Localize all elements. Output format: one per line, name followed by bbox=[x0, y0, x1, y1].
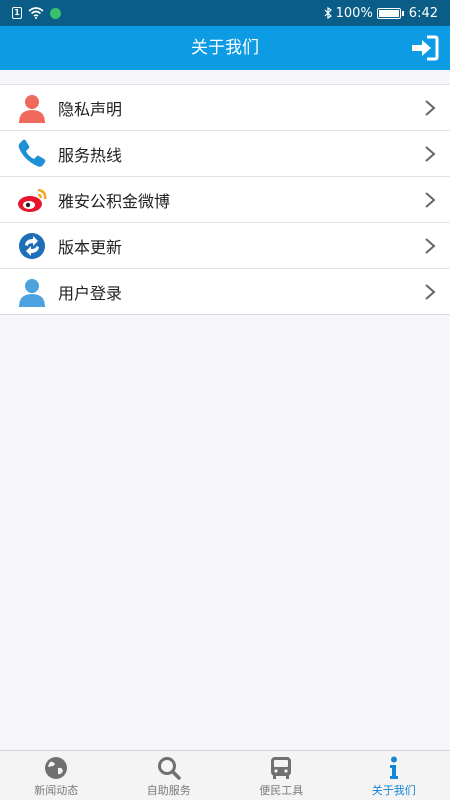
about-menu: 隐私声明 服务热线 雅安公积金微博 版本更新 用户登录 bbox=[0, 84, 450, 315]
menu-item-label: 版本更新 bbox=[58, 237, 123, 257]
weibo-icon bbox=[18, 188, 47, 212]
chevron-right-icon bbox=[425, 192, 436, 208]
user-icon bbox=[19, 279, 45, 307]
chevron-right-icon bbox=[425, 238, 436, 254]
sign-in-icon[interactable] bbox=[410, 34, 440, 62]
chevron-right-icon bbox=[425, 100, 436, 116]
menu-item-update[interactable]: 版本更新 bbox=[0, 223, 450, 269]
menu-item-label: 雅安公积金微博 bbox=[58, 191, 171, 211]
clock-time: 6:42 bbox=[408, 5, 438, 21]
page-title: 关于我们 bbox=[191, 38, 259, 58]
menu-item-privacy[interactable]: 隐私声明 bbox=[0, 85, 450, 131]
wifi-icon bbox=[28, 7, 44, 19]
tab-news[interactable]: 新闻动态 bbox=[0, 751, 113, 800]
chevron-right-icon bbox=[425, 146, 436, 162]
menu-item-hotline[interactable]: 服务热线 bbox=[0, 131, 450, 177]
tab-label: 关于我们 bbox=[371, 784, 416, 797]
info-icon bbox=[389, 756, 398, 779]
globe-icon bbox=[45, 757, 68, 779]
sim-icon: 1 bbox=[12, 7, 22, 19]
menu-item-label: 服务热线 bbox=[58, 145, 123, 165]
tab-label: 自助服务 bbox=[146, 784, 191, 797]
battery-level bbox=[378, 9, 399, 17]
tab-label: 便民工具 bbox=[259, 784, 304, 797]
battery-icon bbox=[376, 7, 404, 19]
notification-app-icon bbox=[50, 7, 61, 19]
bottom-tab-bar: 新闻动态 自助服务 便民工具 关于我们 bbox=[0, 750, 450, 800]
tab-about-us[interactable]: 关于我们 bbox=[338, 751, 450, 800]
status-right: 100% 6:42 bbox=[324, 6, 438, 21]
menu-item-label: 隐私声明 bbox=[58, 99, 123, 119]
update-icon bbox=[19, 233, 45, 259]
search-icon bbox=[157, 757, 181, 780]
chevron-right-icon bbox=[425, 284, 436, 300]
bluetooth-icon bbox=[324, 7, 332, 19]
phone-icon bbox=[18, 139, 46, 167]
status-left: 1 bbox=[12, 7, 61, 19]
menu-item-login[interactable]: 用户登录 bbox=[0, 269, 450, 315]
person-icon bbox=[19, 95, 45, 123]
menu-item-label: 用户登录 bbox=[58, 283, 123, 303]
tab-self-service[interactable]: 自助服务 bbox=[113, 751, 226, 800]
app-header: 关于我们 bbox=[0, 26, 450, 70]
battery-percent: 100% bbox=[335, 5, 373, 21]
bus-icon bbox=[271, 757, 292, 779]
tab-tools[interactable]: 便民工具 bbox=[225, 751, 338, 800]
status-bar: 1 100% 6:42 bbox=[0, 0, 450, 26]
menu-item-weibo[interactable]: 雅安公积金微博 bbox=[0, 177, 450, 223]
tab-label: 新闻动态 bbox=[34, 784, 79, 797]
